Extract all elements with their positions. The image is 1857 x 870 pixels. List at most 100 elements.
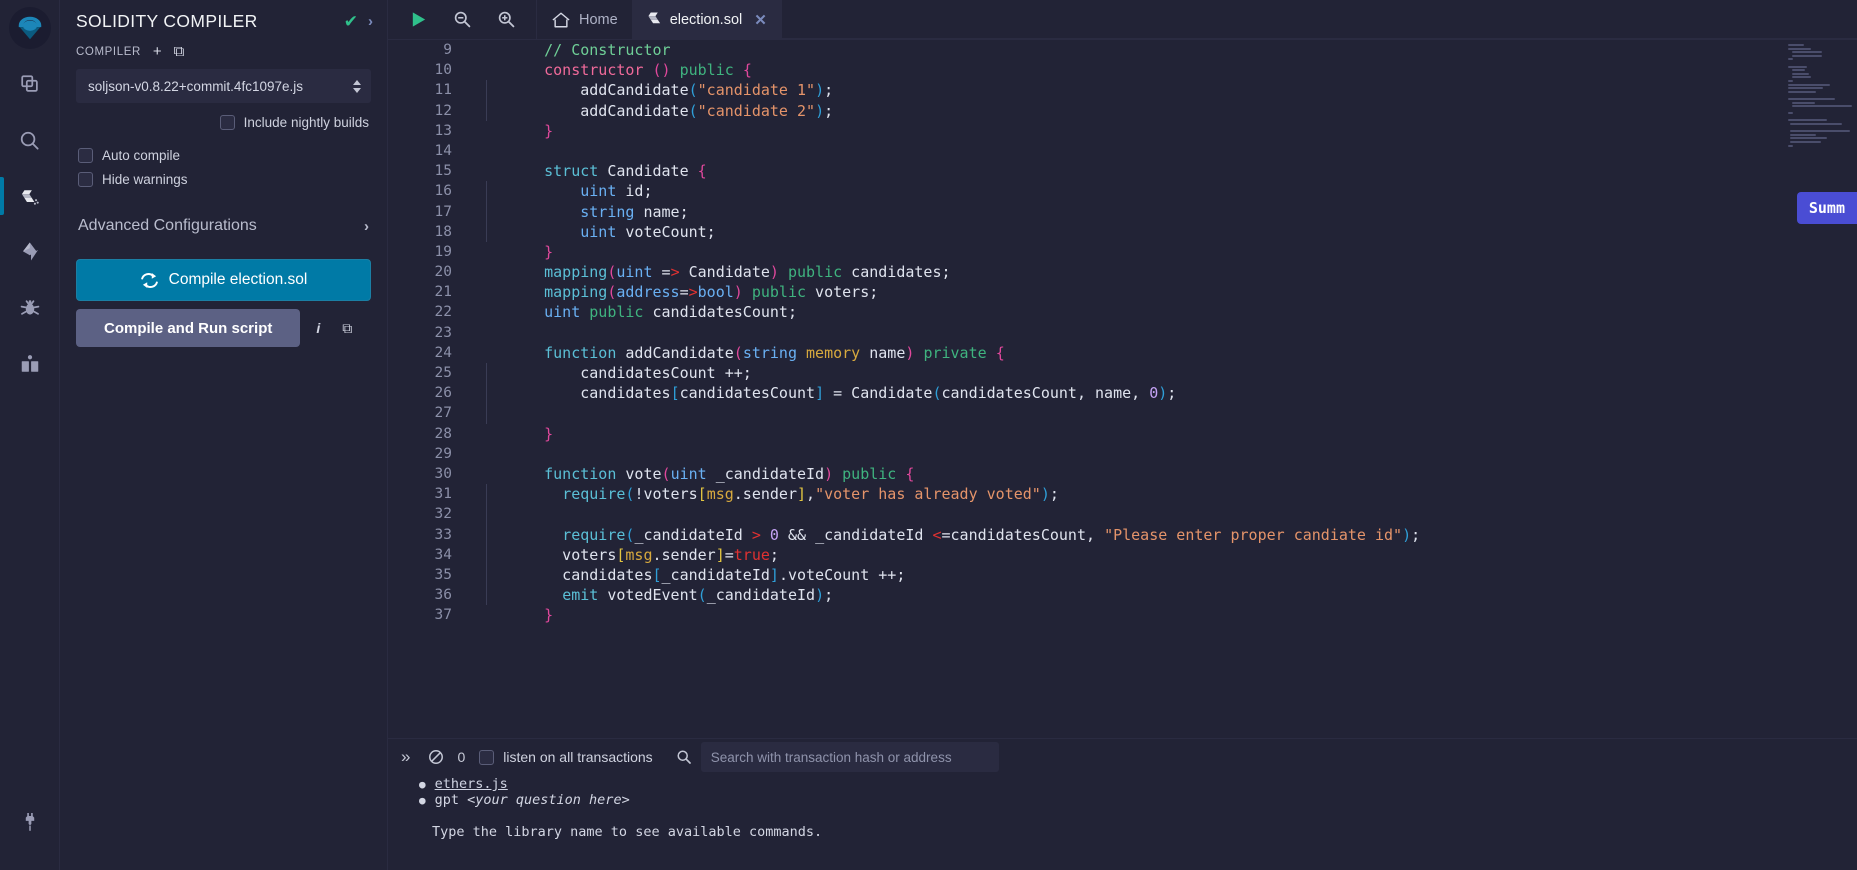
code-line[interactable]: 26 candidates[candidatesCount] = Candida… <box>388 383 1857 404</box>
indent-guide <box>472 161 508 181</box>
home-icon <box>552 12 570 27</box>
code-line[interactable]: 17 string name; <box>388 201 1857 222</box>
zoom-in-icon[interactable] <box>486 0 526 40</box>
code-line[interactable]: 16 uint id; <box>388 181 1857 202</box>
indent-guide <box>472 524 508 545</box>
code-line[interactable]: 14 <box>388 141 1857 161</box>
code-line[interactable]: 10 constructor () public { <box>388 60 1857 80</box>
code-line[interactable]: 34 voters[msg.sender]=true; <box>388 544 1857 566</box>
listen-all-transactions-row: listen on all transactions <box>479 749 666 765</box>
line-number: 24 <box>434 344 452 361</box>
code-text: require(!voters[msg.sender],"voter has a… <box>562 485 1059 504</box>
include-nightly-checkbox[interactable] <box>219 115 235 130</box>
code-line[interactable]: 36 emit votedEvent(_candidateId); <box>388 585 1857 606</box>
code-line[interactable]: 19 } <box>388 242 1857 262</box>
indent-guide <box>472 40 508 60</box>
code-text: } <box>544 424 554 443</box>
sidebar-item-learneth[interactable] <box>0 336 60 392</box>
code-line[interactable]: 35 candidates[_candidateId].voteCount ++… <box>388 564 1857 586</box>
summary-pill[interactable]: Summ <box>1796 192 1857 225</box>
minimap-line <box>1791 76 1812 79</box>
code-line[interactable]: 24 function addCandidate(string memory n… <box>388 343 1857 363</box>
code-line[interactable]: 23 <box>388 323 1857 343</box>
gpt-command-hint: gpt <your question here> <box>434 792 630 808</box>
indent-guide <box>472 444 508 464</box>
line-number: 36 <box>434 587 452 604</box>
code-line[interactable]: 18 uint voteCount; <box>388 221 1857 243</box>
line-number: 31 <box>434 486 452 503</box>
code-line[interactable]: 25 candidatesCount ++; <box>388 363 1857 384</box>
info-icon[interactable]: i <box>310 320 326 336</box>
editor-minimap[interactable] <box>1779 40 1857 738</box>
sidebar-item-deploy-run[interactable] <box>0 224 60 280</box>
indent-guide <box>472 564 508 586</box>
clear-console-icon[interactable] <box>419 749 453 765</box>
code-line[interactable]: 21 mapping(address=>bool) public voters; <box>388 282 1857 302</box>
code-line[interactable]: 11 addCandidate("candidate 1"); <box>388 80 1857 101</box>
code-text: uint voteCount; <box>580 222 716 241</box>
advanced-configurations-toggle[interactable]: Advanced Configurations › <box>60 217 387 235</box>
close-icon[interactable]: ✕ <box>754 11 767 29</box>
code-editor[interactable]: 9 // Constructor 10 constructor () public… <box>388 40 1857 738</box>
code-text: mapping(address=>bool) public voters; <box>544 283 879 302</box>
sidebar-item-solidity-compiler[interactable] <box>0 168 60 224</box>
minimap-line <box>1788 44 1804 46</box>
zoom-out-icon[interactable] <box>442 0 482 40</box>
chevron-updown-icon <box>353 79 361 93</box>
compile-button[interactable]: Compile election.sol <box>76 259 371 301</box>
sidebar-item-search[interactable] <box>0 112 60 168</box>
indent-guide <box>472 201 508 222</box>
compile-and-run-script-button[interactable]: Compile and Run script <box>76 309 301 347</box>
code-line[interactable]: 31 require(!voters[msg.sender],"voter ha… <box>388 484 1857 505</box>
minimap-line <box>1791 54 1823 57</box>
indent-guide <box>472 121 508 141</box>
compiler-config-file-icon[interactable]: ⧉ <box>174 44 185 59</box>
auto-compile-checkbox[interactable] <box>78 148 93 163</box>
indent-guide <box>472 100 508 121</box>
tab-election-sol[interactable]: election.sol ✕ <box>632 0 782 39</box>
sidebar-item-file-explorer[interactable] <box>0 56 60 112</box>
ethers-js-link[interactable]: ethers.js <box>435 776 508 793</box>
sidebar-item-debugger[interactable] <box>0 280 60 336</box>
code-line[interactable]: 33 require(_candidateId > 0 && _candidat… <box>388 524 1857 545</box>
code-line[interactable]: 22 uint public candidatesCount; <box>388 302 1857 322</box>
code-line[interactable]: 28 } <box>388 424 1857 444</box>
minimap-line <box>1791 101 1815 104</box>
chevron-right-icon[interactable]: › <box>368 14 373 29</box>
code-line[interactable]: 20 mapping(uint => Candidate) public can… <box>388 262 1857 282</box>
hide-warnings-label: Hide warnings <box>102 172 188 187</box>
remix-logo[interactable] <box>0 0 60 56</box>
code-text: } <box>544 121 554 140</box>
include-nightly-label: Include nightly builds <box>243 115 369 130</box>
indent-guide <box>472 484 508 505</box>
code-line[interactable]: 27 <box>388 403 1857 424</box>
code-line[interactable]: 9 // Constructor <box>388 40 1857 60</box>
code-text: mapping(uint => Candidate) public candid… <box>544 263 951 282</box>
transaction-search-input[interactable]: Search with transaction hash or address <box>700 742 999 772</box>
code-line[interactable]: 29 <box>388 444 1857 464</box>
tab-home[interactable]: Home <box>537 0 633 39</box>
code-text: addCandidate("candidate 1"); <box>508 81 834 100</box>
code-line[interactable]: 15 struct Candidate { <box>388 161 1857 181</box>
compile-and-run-script-label: Compile and Run script <box>104 319 273 337</box>
copy-icon[interactable]: ⧉ <box>336 320 358 337</box>
code-lines[interactable]: 9 // Constructor 10 constructor () public… <box>388 40 1857 738</box>
plugin-manager-icon[interactable] <box>0 794 60 850</box>
add-custom-compiler-icon[interactable]: + <box>153 44 162 59</box>
hide-warnings-checkbox[interactable] <box>78 172 93 187</box>
run-script-button[interactable] <box>398 0 438 40</box>
code-line[interactable]: 30 function vote(uint _candidateId) publ… <box>388 464 1857 484</box>
code-line[interactable]: 13 } <box>388 121 1857 141</box>
minimap-line <box>1788 97 1836 100</box>
compiler-version-select[interactable]: soljson-v0.8.22+commit.4fc1097e.js <box>76 69 371 103</box>
code-line[interactable]: 37 } <box>388 605 1857 625</box>
code-text: // Constructor <box>544 41 671 59</box>
collapse-terminal-icon[interactable]: » <box>392 747 419 767</box>
code-line[interactable]: 12 addCandidate("candidate 2"); <box>388 100 1857 121</box>
bullet-icon: ● <box>419 794 426 807</box>
code-line[interactable]: 32 <box>388 504 1857 525</box>
code-text: } <box>544 242 554 261</box>
listen-all-transactions-checkbox[interactable] <box>479 749 495 765</box>
